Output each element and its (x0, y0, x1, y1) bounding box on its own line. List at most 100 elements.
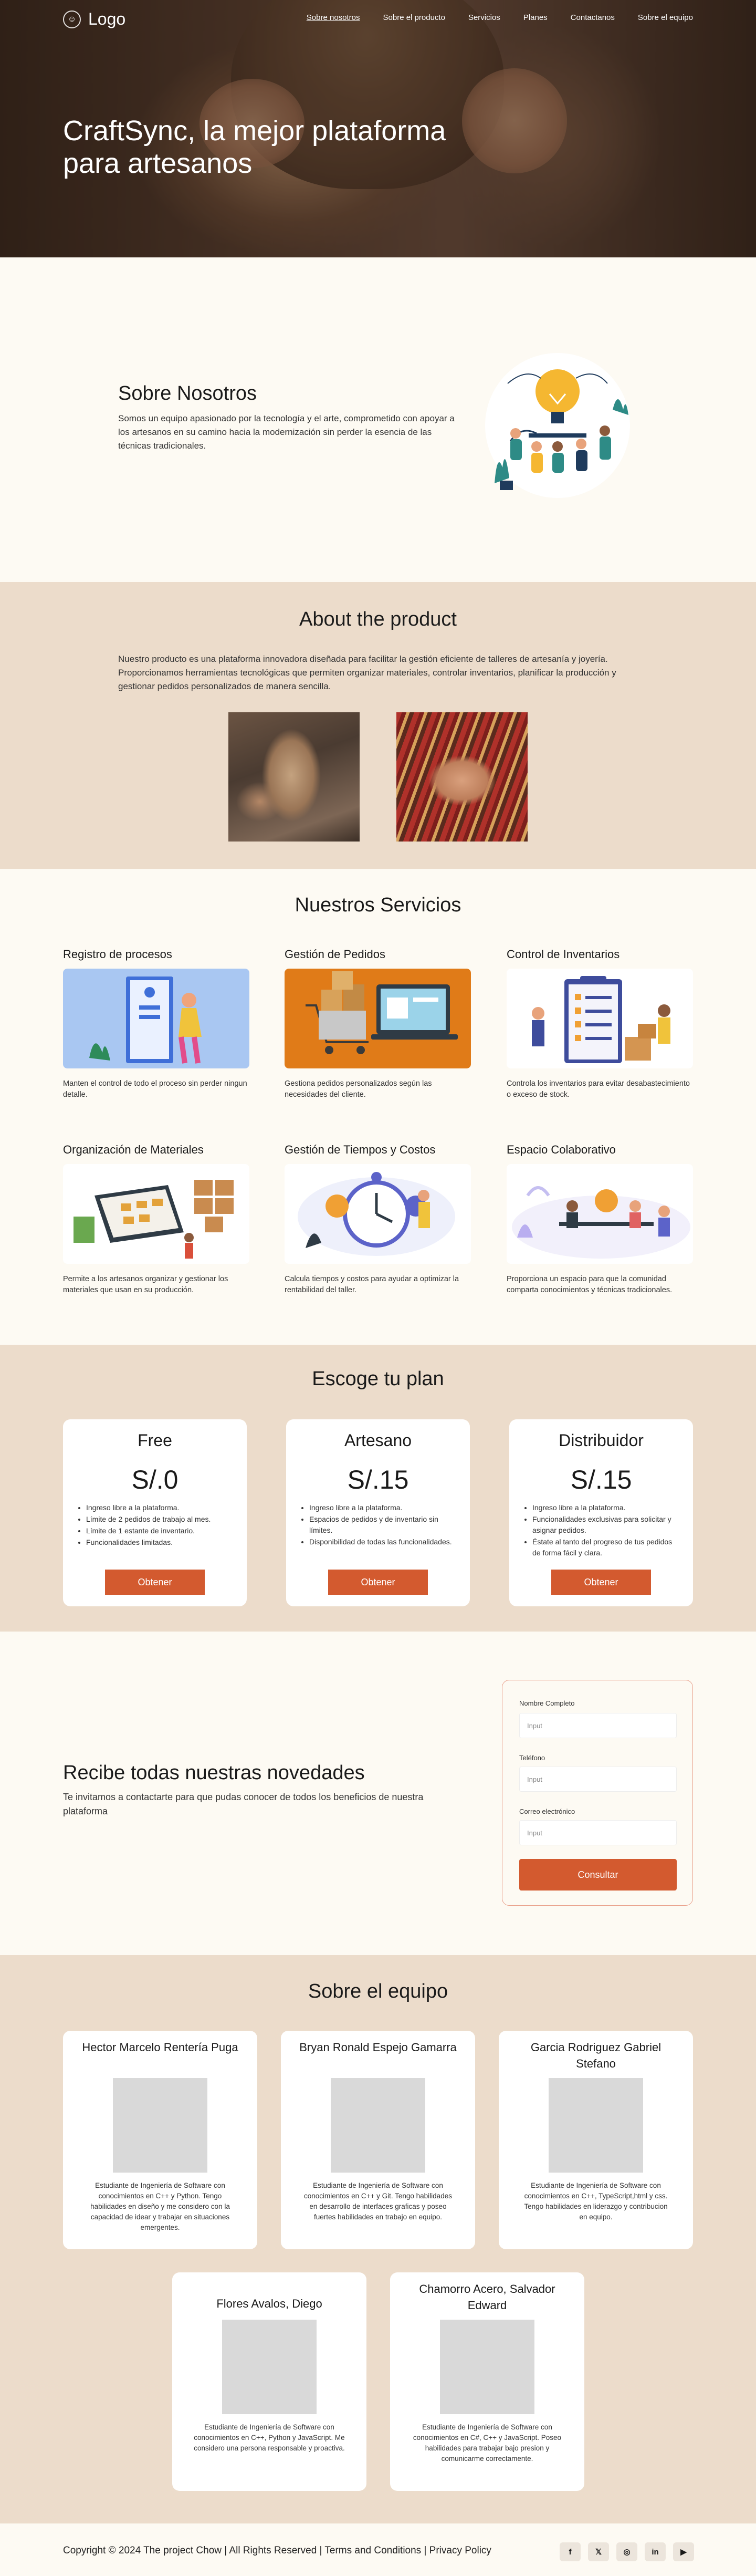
plans-title: Escoge tu plan (312, 1368, 444, 1390)
team-member-card: Bryan Ronald Espejo Gamarra Estudiante d… (281, 2031, 475, 2249)
plan-feature: Espacios de pedidos y de inventario sin … (309, 1514, 456, 1536)
service-text: Permite a los artesanos organizar y gest… (63, 1275, 228, 1294)
service-title: Organización de Materiales (63, 1143, 204, 1156)
linkedin-icon[interactable]: in (645, 2542, 666, 2561)
nav-link-servicios[interactable]: Servicios (468, 13, 500, 22)
service-text: Controla los inventarios para evitar des… (507, 1079, 690, 1099)
plan-price: S/.15 (347, 1465, 409, 1494)
plan-feature: Ingreso libre a la plataforma. (532, 1502, 679, 1513)
plan-features: Ingreso libre a la plataforma. Límite de… (86, 1502, 233, 1549)
nav-link-sobre-producto[interactable]: Sobre el producto (383, 13, 445, 22)
obtain-button[interactable]: Obtener (551, 1570, 651, 1595)
service-text: Manten el control de todo el proceso sin… (63, 1079, 247, 1099)
team-title: Sobre el equipo (308, 1980, 448, 2002)
plan-features: Ingreso libre a la plataforma. Espacios … (309, 1502, 456, 1548)
logo-icon: ☺ (63, 10, 81, 28)
instagram-icon[interactable]: ◎ (616, 2542, 637, 2561)
plan-card-distribuidor: Distribuidor S/.15 Ingreso libre a la pl… (509, 1419, 693, 1606)
service-title: Gestión de Pedidos (285, 948, 386, 961)
obtain-button[interactable]: Obtener (328, 1570, 428, 1595)
service-title: Registro de procesos (63, 948, 172, 961)
plan-name: Free (138, 1431, 172, 1450)
member-name: Hector Marcelo Rentería Puga (82, 2041, 238, 2054)
contact-section: Recibe todas nuestras novedades Te invit… (0, 1632, 756, 1955)
nav-link-sobre-equipo[interactable]: Sobre el equipo (638, 13, 693, 22)
hero-section: ☺ Logo Sobre nosotros Sobre el producto … (0, 0, 756, 257)
email-label: Correo electrónico (519, 1808, 575, 1815)
plan-name: Artesano (344, 1431, 412, 1450)
name-label: Nombre Completo (519, 1699, 575, 1707)
plan-feature: Éstate al tanto del progreso de tus pedi… (532, 1536, 679, 1559)
plan-feature: Ingreso libre a la plataforma. (309, 1502, 456, 1513)
service-title: Control de Inventarios (507, 948, 620, 961)
member-photo (331, 2078, 425, 2173)
weaving-photo (396, 712, 528, 842)
pottery-photo (228, 712, 360, 842)
consult-button[interactable]: Consultar (519, 1859, 677, 1891)
inventory-illustration (507, 969, 693, 1068)
logo-text: Logo (88, 9, 126, 28)
social-links: f 𝕏 ◎ in ▶ (560, 2542, 694, 2561)
service-title: Gestión de Tiempos y Costos (285, 1143, 436, 1156)
about-section: Sobre Nosotros Somos un equipo apasionad… (0, 257, 756, 582)
service-title: Espacio Colaborativo (507, 1143, 616, 1156)
nav-link-planes[interactable]: Planes (523, 13, 548, 22)
service-card: Control de Inventarios Controla los inve… (507, 948, 693, 1100)
team-member-card: Chamorro Acero, Salvador Edward Estudian… (390, 2272, 584, 2491)
member-bio: Estudiante de Ingeniería de Software con… (413, 2423, 562, 2463)
product-title: About the product (299, 608, 457, 630)
plan-feature: Límite de 2 pedidos de trabajo al mes. (86, 1514, 233, 1525)
phone-input[interactable] (519, 1767, 677, 1792)
plan-feature: Funcionalidades limitadas. (86, 1537, 233, 1548)
services-section: Nuestros Servicios Registro de procesos … (0, 869, 756, 1345)
top-nav: ☺ Logo Sobre nosotros Sobre el producto … (0, 0, 756, 37)
plan-price: S/.0 (131, 1465, 178, 1494)
name-input[interactable] (519, 1713, 677, 1738)
plans-section: Escoge tu plan Free S/.0 Ingreso libre a… (0, 1345, 756, 1632)
youtube-icon[interactable]: ▶ (673, 2542, 694, 2561)
member-bio: Estudiante de Ingeniería de Software con… (304, 2182, 452, 2221)
nav-link-contactanos[interactable]: Contactanos (571, 13, 615, 22)
member-name: Garcia Rodriguez Gabriel Stefano (530, 2041, 662, 2070)
team-member-card: Flores Avalos, Diego Estudiante de Ingen… (172, 2272, 366, 2491)
team-member-card: Hector Marcelo Rentería Puga Estudiante … (63, 2031, 257, 2249)
service-text: Proporciona un espacio para que la comun… (507, 1275, 673, 1294)
about-text: Somos un equipo apasionado por la tecnol… (118, 413, 455, 451)
member-photo (549, 2078, 643, 2173)
facebook-icon[interactable]: f (560, 2542, 581, 2561)
service-card: Gestión de Tiempos y Costos Calcula tiem… (285, 1143, 471, 1296)
logo[interactable]: ☺ Logo (63, 9, 125, 29)
service-card: Gestión de Pedidos Gestiona pedidos pers… (285, 948, 471, 1100)
service-card: Organización de Materiales Permite a los… (63, 1143, 249, 1296)
member-photo (440, 2320, 534, 2414)
phone-label: Teléfono (519, 1754, 545, 1762)
member-bio: Estudiante de Ingeniería de Software con… (90, 2182, 230, 2231)
member-bio: Estudiante de Ingeniería de Software con… (524, 2182, 668, 2221)
twitter-icon[interactable]: 𝕏 (588, 2542, 609, 2561)
about-title: Sobre Nosotros (118, 382, 257, 404)
email-input[interactable] (519, 1820, 677, 1845)
team-section: Sobre el equipo Hector Marcelo Rentería … (0, 1955, 756, 2523)
plan-feature: Límite de 1 estante de inventario. (86, 1525, 233, 1536)
service-card: Espacio Colaborativo Proporciona un espa… (507, 1143, 693, 1296)
service-text: Gestiona pedidos personalizados según la… (285, 1079, 432, 1099)
plan-feature: Funcionalidades exclusivas para solicita… (532, 1514, 679, 1536)
hero-title: CraftSync, la mejor plataforma para arte… (63, 115, 446, 179)
obtain-button[interactable]: Obtener (105, 1570, 205, 1595)
collaboration-illustration (507, 1164, 693, 1264)
member-bio: Estudiante de Ingeniería de Software con… (194, 2423, 345, 2452)
contact-form: Nombre Completo Teléfono Correo electrón… (502, 1680, 693, 1906)
materials-illustration (63, 1164, 249, 1264)
member-name: Bryan Ronald Espejo Gamarra (299, 2041, 457, 2054)
service-text: Calcula tiempos y costos para ayudar a o… (285, 1275, 459, 1294)
nav-link-sobre-nosotros[interactable]: Sobre nosotros (307, 13, 360, 22)
time-cost-illustration (285, 1164, 471, 1264)
member-name: Flores Avalos, Diego (216, 2297, 322, 2310)
nav-links: Sobre nosotros Sobre el producto Servici… (307, 13, 693, 22)
plan-card-free: Free S/.0 Ingreso libre a la plataforma.… (63, 1419, 247, 1606)
team-member-card: Garcia Rodriguez Gabriel Stefano Estudia… (499, 2031, 693, 2249)
footer: Copyright © 2024 The project Chow | All … (0, 2523, 756, 2576)
plan-feature: Disponibilidad de todas las funcionalida… (309, 1536, 456, 1547)
process-illustration (63, 969, 249, 1068)
member-name: Chamorro Acero, Salvador Edward (419, 2282, 555, 2312)
